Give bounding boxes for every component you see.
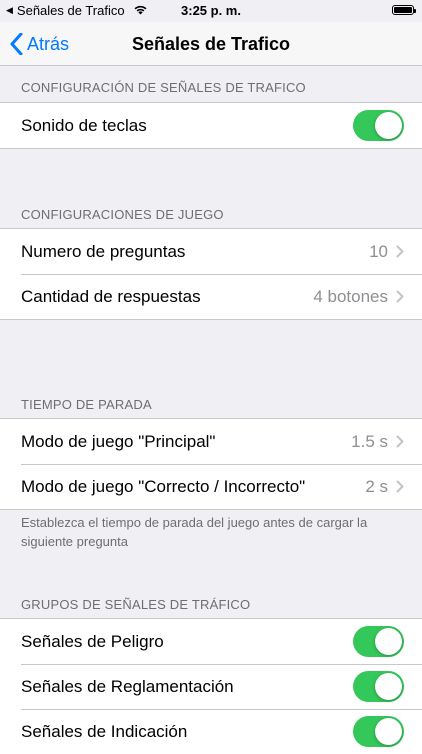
row-label: Modo de juego "Principal" [21, 431, 216, 451]
battery-icon [392, 5, 416, 15]
section-footer-parada: Establezca el tiempo de parada del juego… [21, 515, 368, 549]
page-title: Señales de Trafico [131, 34, 291, 54]
senales-indicacion-toggle[interactable] [353, 716, 404, 747]
row-senales-peligro: Señales de Peligro [0, 619, 422, 664]
row-label: Sonido de teclas [21, 115, 147, 135]
section-header-config: CONFIGURACIÓN DE SEÑALES DE TRAFICO [21, 80, 306, 95]
row-value: 2 s [365, 476, 388, 496]
row-modo-correcto-incorrecto[interactable]: Modo de juego "Correcto / Incorrecto" 2 … [0, 464, 422, 509]
row-label: Modo de juego "Correcto / Incorrecto" [21, 476, 306, 496]
navigation-bar: Atrás Señales de Trafico [0, 22, 422, 66]
chevron-right-icon [396, 480, 404, 493]
chevron-right-icon [396, 245, 404, 258]
row-label: Señales de Reglamentación [21, 676, 234, 696]
row-senales-indicacion: Señales de Indicación [0, 709, 422, 754]
status-bar: ◀ Señales de Trafico 3:25 p. m. [0, 0, 422, 22]
senales-peligro-toggle[interactable] [353, 626, 404, 657]
section-header-grupos: GRUPOS DE SEÑALES DE TRÁFICO [21, 597, 251, 612]
row-label: Señales de Indicación [21, 721, 188, 741]
section-header-parada: TIEMPO DE PARADA [21, 397, 152, 412]
row-label: Señales de Peligro [21, 631, 164, 651]
group-parada: Modo de juego "Principal" 1.5 s Modo de … [0, 418, 422, 510]
row-label: Numero de preguntas [21, 241, 186, 261]
row-value: 10 [369, 241, 388, 261]
row-cantidad-respuestas[interactable]: Cantidad de respuestas 4 botones [0, 274, 422, 319]
row-sonido-teclas: Sonido de teclas [0, 103, 422, 148]
row-modo-principal[interactable]: Modo de juego "Principal" 1.5 s [0, 419, 422, 464]
row-value: 1.5 s [351, 431, 388, 451]
group-grupos: Señales de Peligro Señales de Reglamenta… [0, 618, 422, 754]
row-numero-preguntas[interactable]: Numero de preguntas 10 [0, 229, 422, 274]
group-config: Sonido de teclas [0, 102, 422, 149]
chevron-right-icon [396, 435, 404, 448]
row-label: Cantidad de respuestas [21, 286, 201, 306]
sonido-teclas-toggle[interactable] [353, 110, 404, 141]
group-juego: Numero de preguntas 10 Cantidad de respu… [0, 228, 422, 320]
row-value: 4 botones [313, 286, 388, 306]
row-senales-reglamentacion: Señales de Reglamentación [0, 664, 422, 709]
status-time: 3:25 p. m. [181, 3, 241, 18]
section-header-juego: CONFIGURACIONES DE JUEGO [21, 207, 224, 222]
chevron-right-icon [396, 290, 404, 303]
senales-reglamentacion-toggle[interactable] [353, 671, 404, 702]
